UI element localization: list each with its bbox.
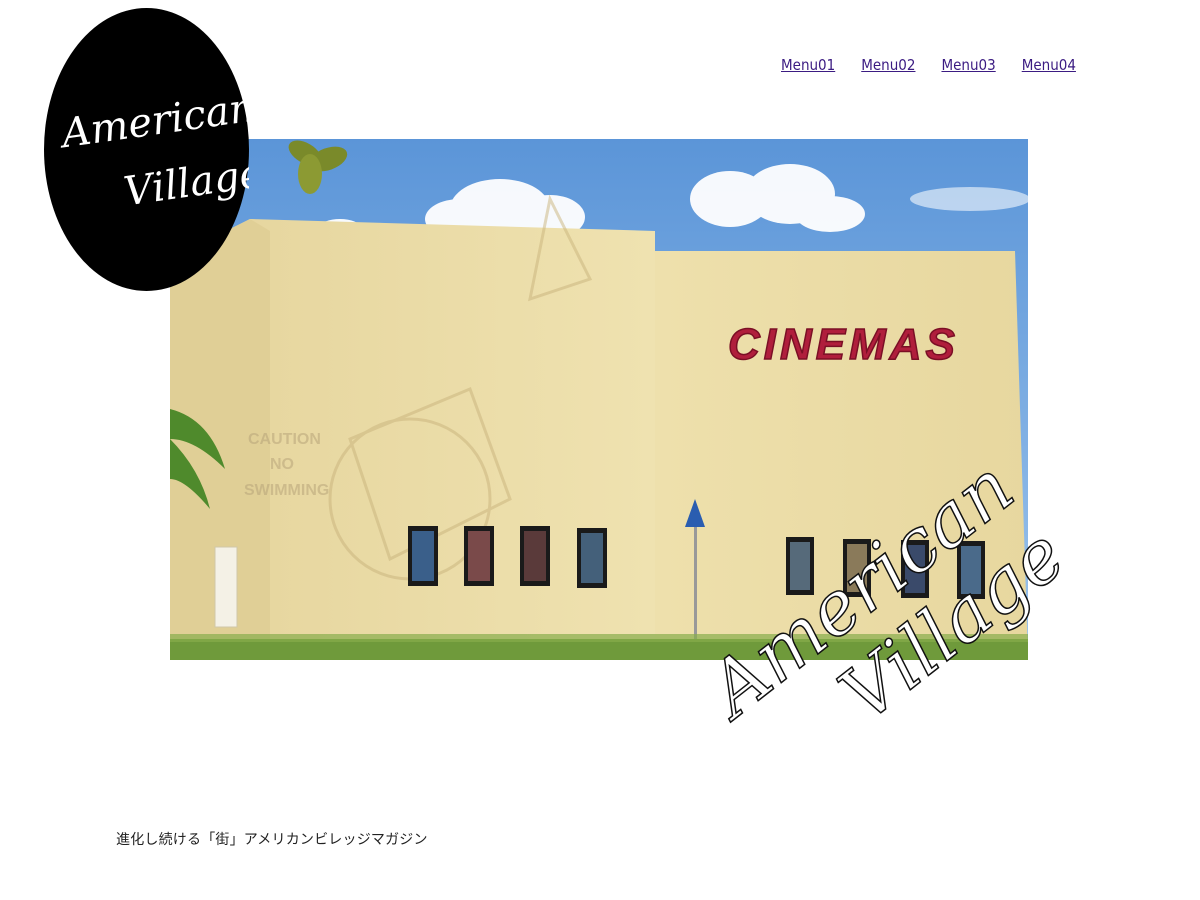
nav-menu02[interactable]: Menu02 <box>861 56 915 74</box>
site-logo[interactable]: American Village <box>44 8 249 291</box>
caution-line3: SWIMMING <box>244 482 329 499</box>
caution-line1: CAUTION <box>248 431 321 448</box>
logo-line2: Village <box>121 150 249 215</box>
hero-image: CAUTION NO SWIMMING CINEMAS <box>170 139 1028 660</box>
main-nav: Menu01 Menu02 Menu03 Menu04 <box>781 56 1076 74</box>
nav-menu04[interactable]: Menu04 <box>1022 56 1076 74</box>
tagline: 進化し続ける「街」アメリカンビレッジマガジン <box>116 832 428 848</box>
nav-menu03[interactable]: Menu03 <box>941 56 995 74</box>
logo-script: American Village <box>55 85 249 216</box>
nav-menu01[interactable]: Menu01 <box>781 56 835 74</box>
page: American Village Menu01 Menu02 Menu03 Me… <box>0 0 1200 900</box>
cinemas-sign: CINEMAS <box>728 320 959 369</box>
caution-line2: NO <box>270 456 294 473</box>
logo-line1: American <box>55 85 249 158</box>
